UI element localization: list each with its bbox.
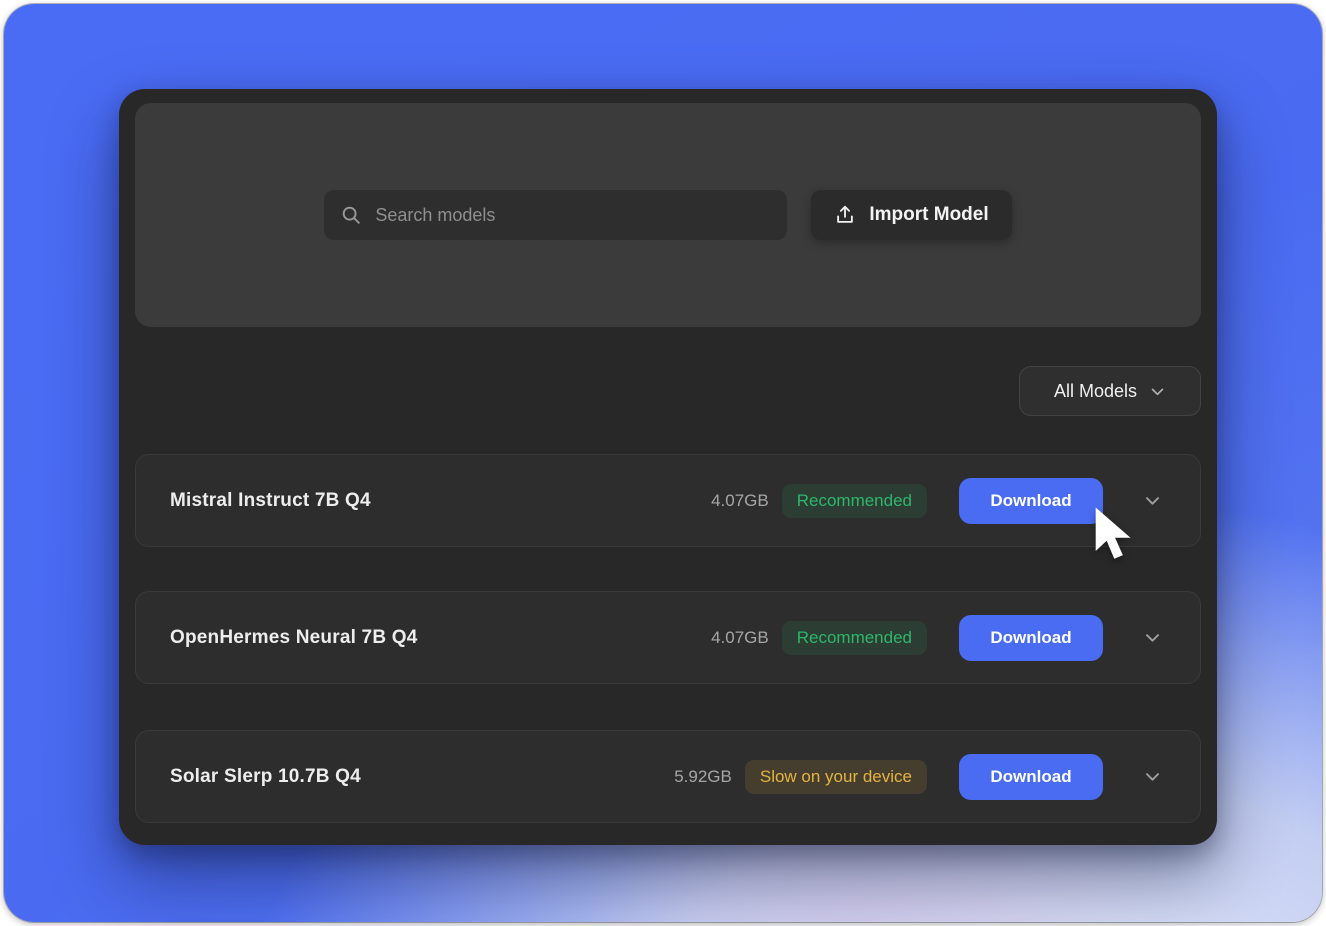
model-name: Mistral Instruct 7B Q4 [170,490,711,512]
chevron-down-icon [1143,491,1162,510]
import-model-label: Import Model [869,204,988,226]
expand-row-control[interactable] [1143,628,1162,647]
chevron-down-icon [1143,767,1162,786]
filter-label: All Models [1054,381,1137,402]
header-toolbar: Import Model [135,103,1201,327]
model-size: 5.92GB [674,767,732,787]
expand-row-control[interactable] [1143,491,1162,510]
model-row-mistral: Mistral Instruct 7B Q4 4.07GB Recommende… [135,454,1201,547]
status-badge: Recommended [782,621,927,655]
chevron-down-icon [1149,383,1166,400]
chevron-down-icon [1143,628,1162,647]
model-name: OpenHermes Neural 7B Q4 [170,627,711,649]
model-filter-dropdown[interactable]: All Models [1019,366,1201,416]
desktop-background: Import Model All Models Mistral Instruct… [4,4,1322,922]
search-box[interactable] [324,190,787,240]
expand-row-control[interactable] [1143,767,1162,786]
download-button[interactable]: Download [959,615,1103,661]
upload-icon [834,204,856,226]
import-model-button[interactable]: Import Model [811,190,1011,240]
model-row-openhermes: OpenHermes Neural 7B Q4 4.07GB Recommend… [135,591,1201,684]
model-size: 4.07GB [711,491,769,511]
model-row-solar: Solar Slerp 10.7B Q4 5.92GB Slow on your… [135,730,1201,823]
model-size: 4.07GB [711,628,769,648]
search-icon [340,204,362,226]
status-badge: Slow on your device [745,760,927,794]
search-input[interactable] [375,205,771,226]
model-browser-panel: Import Model All Models Mistral Instruct… [119,89,1217,845]
status-badge: Recommended [782,484,927,518]
model-name: Solar Slerp 10.7B Q4 [170,766,674,788]
download-button[interactable]: Download [959,754,1103,800]
download-button[interactable]: Download [959,478,1103,524]
